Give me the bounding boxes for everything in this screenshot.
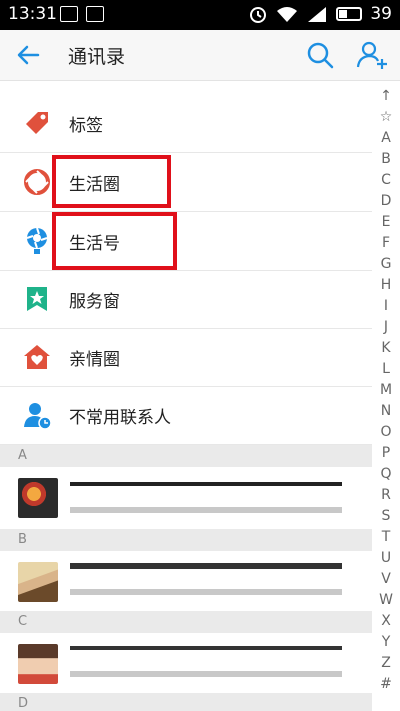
highlight-box-life-account [52,212,177,270]
entry-label: 标签 [69,116,103,136]
search-icon[interactable] [306,41,334,69]
alphabet-index[interactable]: ↑ ☆ A B C D E F G H I J K L M N O P Q R … [378,86,394,695]
section-letter: B [18,532,27,547]
index-item[interactable]: Q [378,464,394,485]
index-item[interactable]: V [378,569,394,590]
redacted-detail [70,671,342,677]
life-account-icon [26,227,48,254]
highlight-box-life-circle [52,155,171,208]
battery-icon [336,7,363,21]
signal-icon [308,7,327,22]
index-item[interactable]: Z [378,653,394,674]
index-item[interactable]: D [378,191,394,212]
index-item[interactable]: E [378,212,394,233]
status-bar: 13:31 39 [0,0,400,30]
back-arrow-icon[interactable] [14,41,42,69]
index-item[interactable]: X [378,611,394,632]
tag-icon [26,112,48,134]
wifi-icon [277,7,298,22]
index-item[interactable]: J [378,317,394,338]
entry-label: 服务窗 [69,292,120,312]
index-item[interactable]: R [378,485,394,506]
service-window-icon [27,287,47,311]
index-item[interactable]: K [378,338,394,359]
avatar [18,562,58,602]
entry-label: 亲情圈 [69,350,120,370]
status-time: 13:31 [8,4,57,24]
app-bar: 通讯录 [0,30,400,81]
index-item[interactable]: I [378,296,394,317]
entry-service-window[interactable]: 服务窗 [0,270,372,329]
index-item[interactable]: G [378,254,394,275]
redacted-name [70,482,342,486]
redacted-name [70,646,342,650]
add-contact-icon[interactable] [356,40,388,70]
contact-row[interactable] [0,467,372,534]
section-letter: C [18,614,28,629]
redacted-name [70,563,342,569]
family-circle-icon [24,345,50,369]
index-item[interactable]: C [378,170,394,191]
battery-level: 39 [370,4,392,24]
inactive-contact-icon [24,403,52,430]
section-letter: A [18,448,27,463]
index-item[interactable]: Y [378,632,394,653]
avatar [18,478,58,518]
avatar [18,644,58,684]
index-item[interactable]: B [378,149,394,170]
entry-inactive-contacts[interactable]: 不常用联系人 [0,386,372,445]
index-item[interactable]: ↑ [378,86,394,107]
section-header-b: B [0,529,372,551]
alarm-icon [250,7,267,23]
redacted-detail [70,589,342,595]
index-item[interactable]: M [378,380,394,401]
section-letter: D [18,696,29,711]
index-item[interactable]: ☆ [378,107,394,128]
section-header-d: D [0,693,372,711]
index-item[interactable]: P [378,443,394,464]
index-item[interactable]: O [378,422,394,443]
gallery-icon [86,6,104,22]
index-item[interactable]: # [378,674,394,695]
section-header-c: C [0,611,372,633]
page-title: 通讯录 [68,46,126,68]
entry-label: 不常用联系人 [69,408,171,428]
notification-icon [60,6,78,22]
entry-tags[interactable]: 标签 [0,94,372,153]
entry-family-circle[interactable]: 亲情圈 [0,328,372,387]
index-item[interactable]: T [378,527,394,548]
index-item[interactable]: S [378,506,394,527]
index-item[interactable]: F [378,233,394,254]
redacted-detail [70,507,342,513]
index-item[interactable]: W [378,590,394,611]
section-header-a: A [0,445,372,467]
contact-row[interactable] [0,633,372,700]
index-item[interactable]: H [378,275,394,296]
index-item[interactable]: N [378,401,394,422]
life-circle-icon [24,169,50,195]
index-item[interactable]: L [378,359,394,380]
index-item[interactable]: U [378,548,394,569]
contact-row[interactable] [0,551,372,618]
index-item[interactable]: A [378,128,394,149]
